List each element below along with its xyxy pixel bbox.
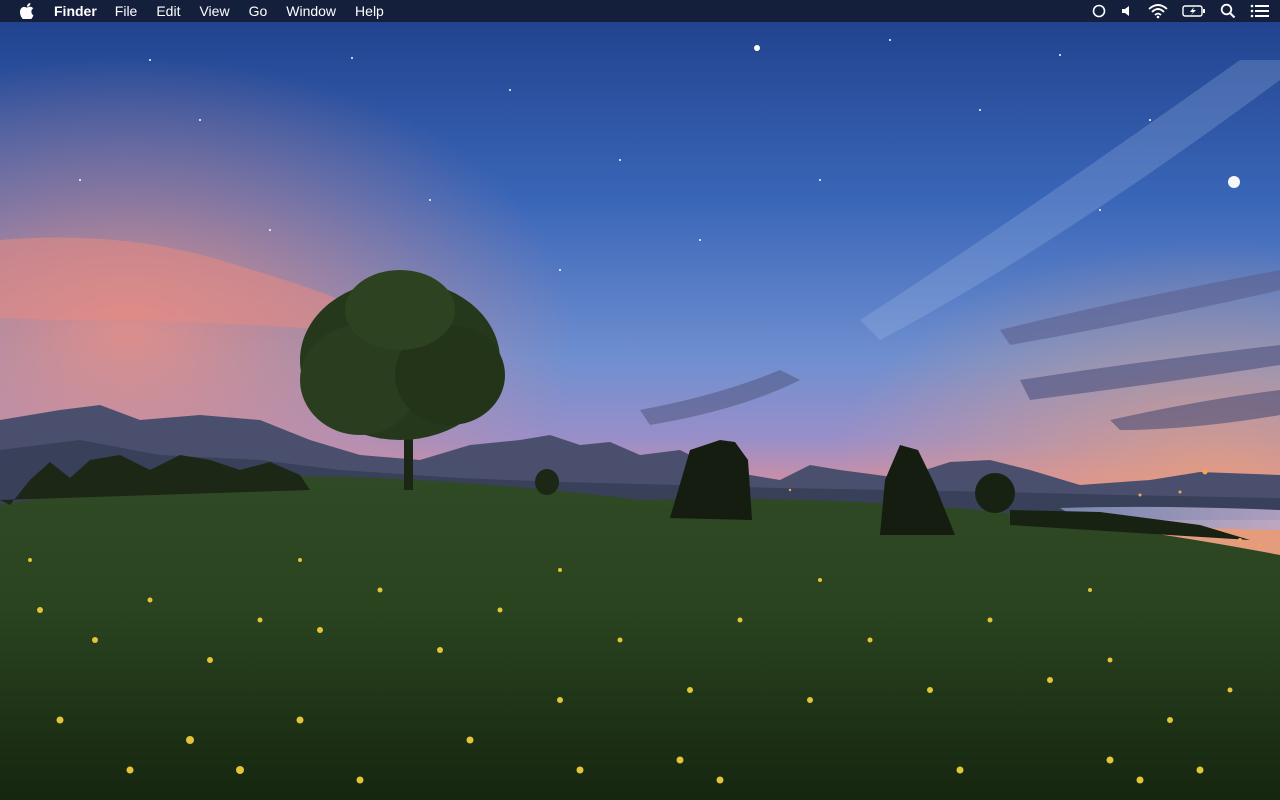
menu-file[interactable]: File: [115, 0, 138, 22]
apple-logo-glyph: [20, 3, 34, 19]
menu-bar-status-area: [1078, 0, 1280, 22]
menu-view[interactable]: View: [199, 0, 229, 22]
wifi-icon[interactable]: [1148, 0, 1168, 22]
apple-logo-icon[interactable]: [18, 0, 36, 22]
siri-circle-icon[interactable]: [1092, 0, 1106, 22]
desktop: Finder File Edit View Go Window Help: [0, 0, 1280, 800]
spotlight-search-icon[interactable]: [1220, 0, 1236, 22]
menu-bar: Finder File Edit View Go Window Help: [0, 0, 1280, 22]
menu-window[interactable]: Window: [286, 0, 336, 22]
volume-icon[interactable]: [1120, 0, 1134, 22]
menu-app-name[interactable]: Finder: [54, 0, 97, 22]
battery-charging-icon[interactable]: [1182, 0, 1206, 22]
menu-edit[interactable]: Edit: [156, 0, 180, 22]
menu-bar-left: Finder File Edit View Go Window Help: [0, 0, 403, 22]
notification-center-icon[interactable]: [1250, 0, 1270, 22]
menu-help[interactable]: Help: [355, 0, 384, 22]
desktop-wallpaper: [0, 0, 1280, 800]
menu-go[interactable]: Go: [249, 0, 268, 22]
